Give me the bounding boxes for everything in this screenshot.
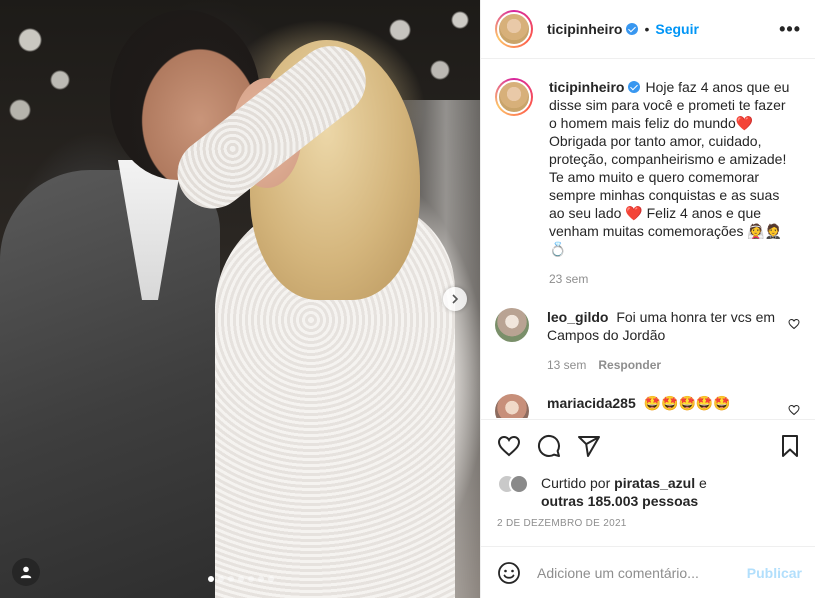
post-sidebar: ticipinheiro • Seguir ••• ticipinheiro Ho… bbox=[480, 0, 815, 598]
commenter-username[interactable]: mariacida285 bbox=[547, 395, 636, 411]
verified-badge-icon bbox=[628, 81, 641, 93]
caption-time[interactable]: 23 sem bbox=[549, 270, 794, 288]
separator-dot: • bbox=[644, 21, 650, 37]
post-actions: Curtido por piratas_azul e outras 185.00… bbox=[481, 419, 815, 529]
author-avatar[interactable] bbox=[495, 10, 533, 48]
likes-others-link[interactable]: outras 185.003 pessoas bbox=[541, 493, 698, 509]
carousel-indicator bbox=[208, 576, 274, 582]
commenter-avatar[interactable] bbox=[495, 308, 529, 342]
reply-button[interactable]: Responder bbox=[598, 358, 661, 372]
liker-username[interactable]: piratas_azul bbox=[614, 475, 695, 491]
comment-icon[interactable] bbox=[537, 434, 561, 458]
carousel-dot bbox=[208, 576, 214, 582]
post-date[interactable]: 2 DE DEZEMBRO DE 2021 bbox=[497, 518, 802, 529]
carousel-dot bbox=[218, 576, 224, 582]
emoji-icon[interactable] bbox=[497, 561, 521, 585]
comment-input[interactable] bbox=[537, 564, 747, 581]
comment-meta: 13 sem Responder bbox=[547, 356, 792, 374]
carousel-next-button[interactable] bbox=[443, 287, 467, 311]
comment-text: 🤩🤩🤩🤩🤩 bbox=[643, 395, 731, 411]
commenter-username[interactable]: leo_gildo bbox=[547, 309, 608, 325]
follow-button[interactable]: Seguir bbox=[655, 21, 699, 37]
groom-figure bbox=[0, 170, 220, 598]
carousel-dot bbox=[238, 576, 244, 582]
post-header: ticipinheiro • Seguir ••• bbox=[481, 0, 815, 59]
carousel-dot bbox=[248, 576, 254, 582]
caption-text: Hoje faz 4 anos que eu disse sim para vo… bbox=[549, 79, 790, 257]
carousel-dot bbox=[258, 576, 264, 582]
carousel-dot bbox=[228, 576, 234, 582]
comment-item: mariacida285 🤩🤩🤩🤩🤩 bbox=[495, 394, 800, 418]
comment-item: leo_gildo Foi uma honra ter vcs em Campo… bbox=[495, 308, 800, 374]
share-icon[interactable] bbox=[577, 434, 601, 458]
likes-summary: Curtido por piratas_azul e outras 185.00… bbox=[497, 474, 802, 510]
comment-time[interactable]: 13 sem bbox=[547, 358, 586, 372]
like-comment-heart-icon[interactable] bbox=[788, 404, 800, 416]
likes-prefix: Curtido por bbox=[541, 475, 611, 491]
tagged-users-button[interactable] bbox=[12, 558, 40, 586]
comments-list[interactable]: ticipinheiro Hoje faz 4 anos que eu disse… bbox=[481, 60, 815, 418]
caption-avatar[interactable] bbox=[495, 78, 533, 116]
add-comment-bar: Publicar bbox=[481, 546, 815, 598]
verified-badge-icon bbox=[626, 23, 639, 35]
post-photo[interactable] bbox=[0, 0, 480, 598]
publish-button[interactable]: Publicar bbox=[747, 565, 802, 581]
user-icon bbox=[20, 566, 32, 579]
caption-username[interactable]: ticipinheiro bbox=[549, 79, 624, 95]
liker-avatars bbox=[497, 474, 533, 496]
more-options-icon[interactable]: ••• bbox=[779, 19, 801, 40]
caption: ticipinheiro Hoje faz 4 anos que eu disse… bbox=[495, 78, 800, 288]
carousel-dot bbox=[268, 576, 274, 582]
chevron-right-icon bbox=[452, 294, 459, 304]
author-username[interactable]: ticipinheiro bbox=[547, 21, 622, 37]
like-comment-heart-icon[interactable] bbox=[788, 318, 800, 330]
likes-conj: e bbox=[698, 475, 707, 491]
bookmark-icon[interactable] bbox=[778, 434, 802, 458]
like-heart-icon[interactable] bbox=[497, 434, 521, 458]
commenter-avatar[interactable] bbox=[495, 394, 529, 418]
